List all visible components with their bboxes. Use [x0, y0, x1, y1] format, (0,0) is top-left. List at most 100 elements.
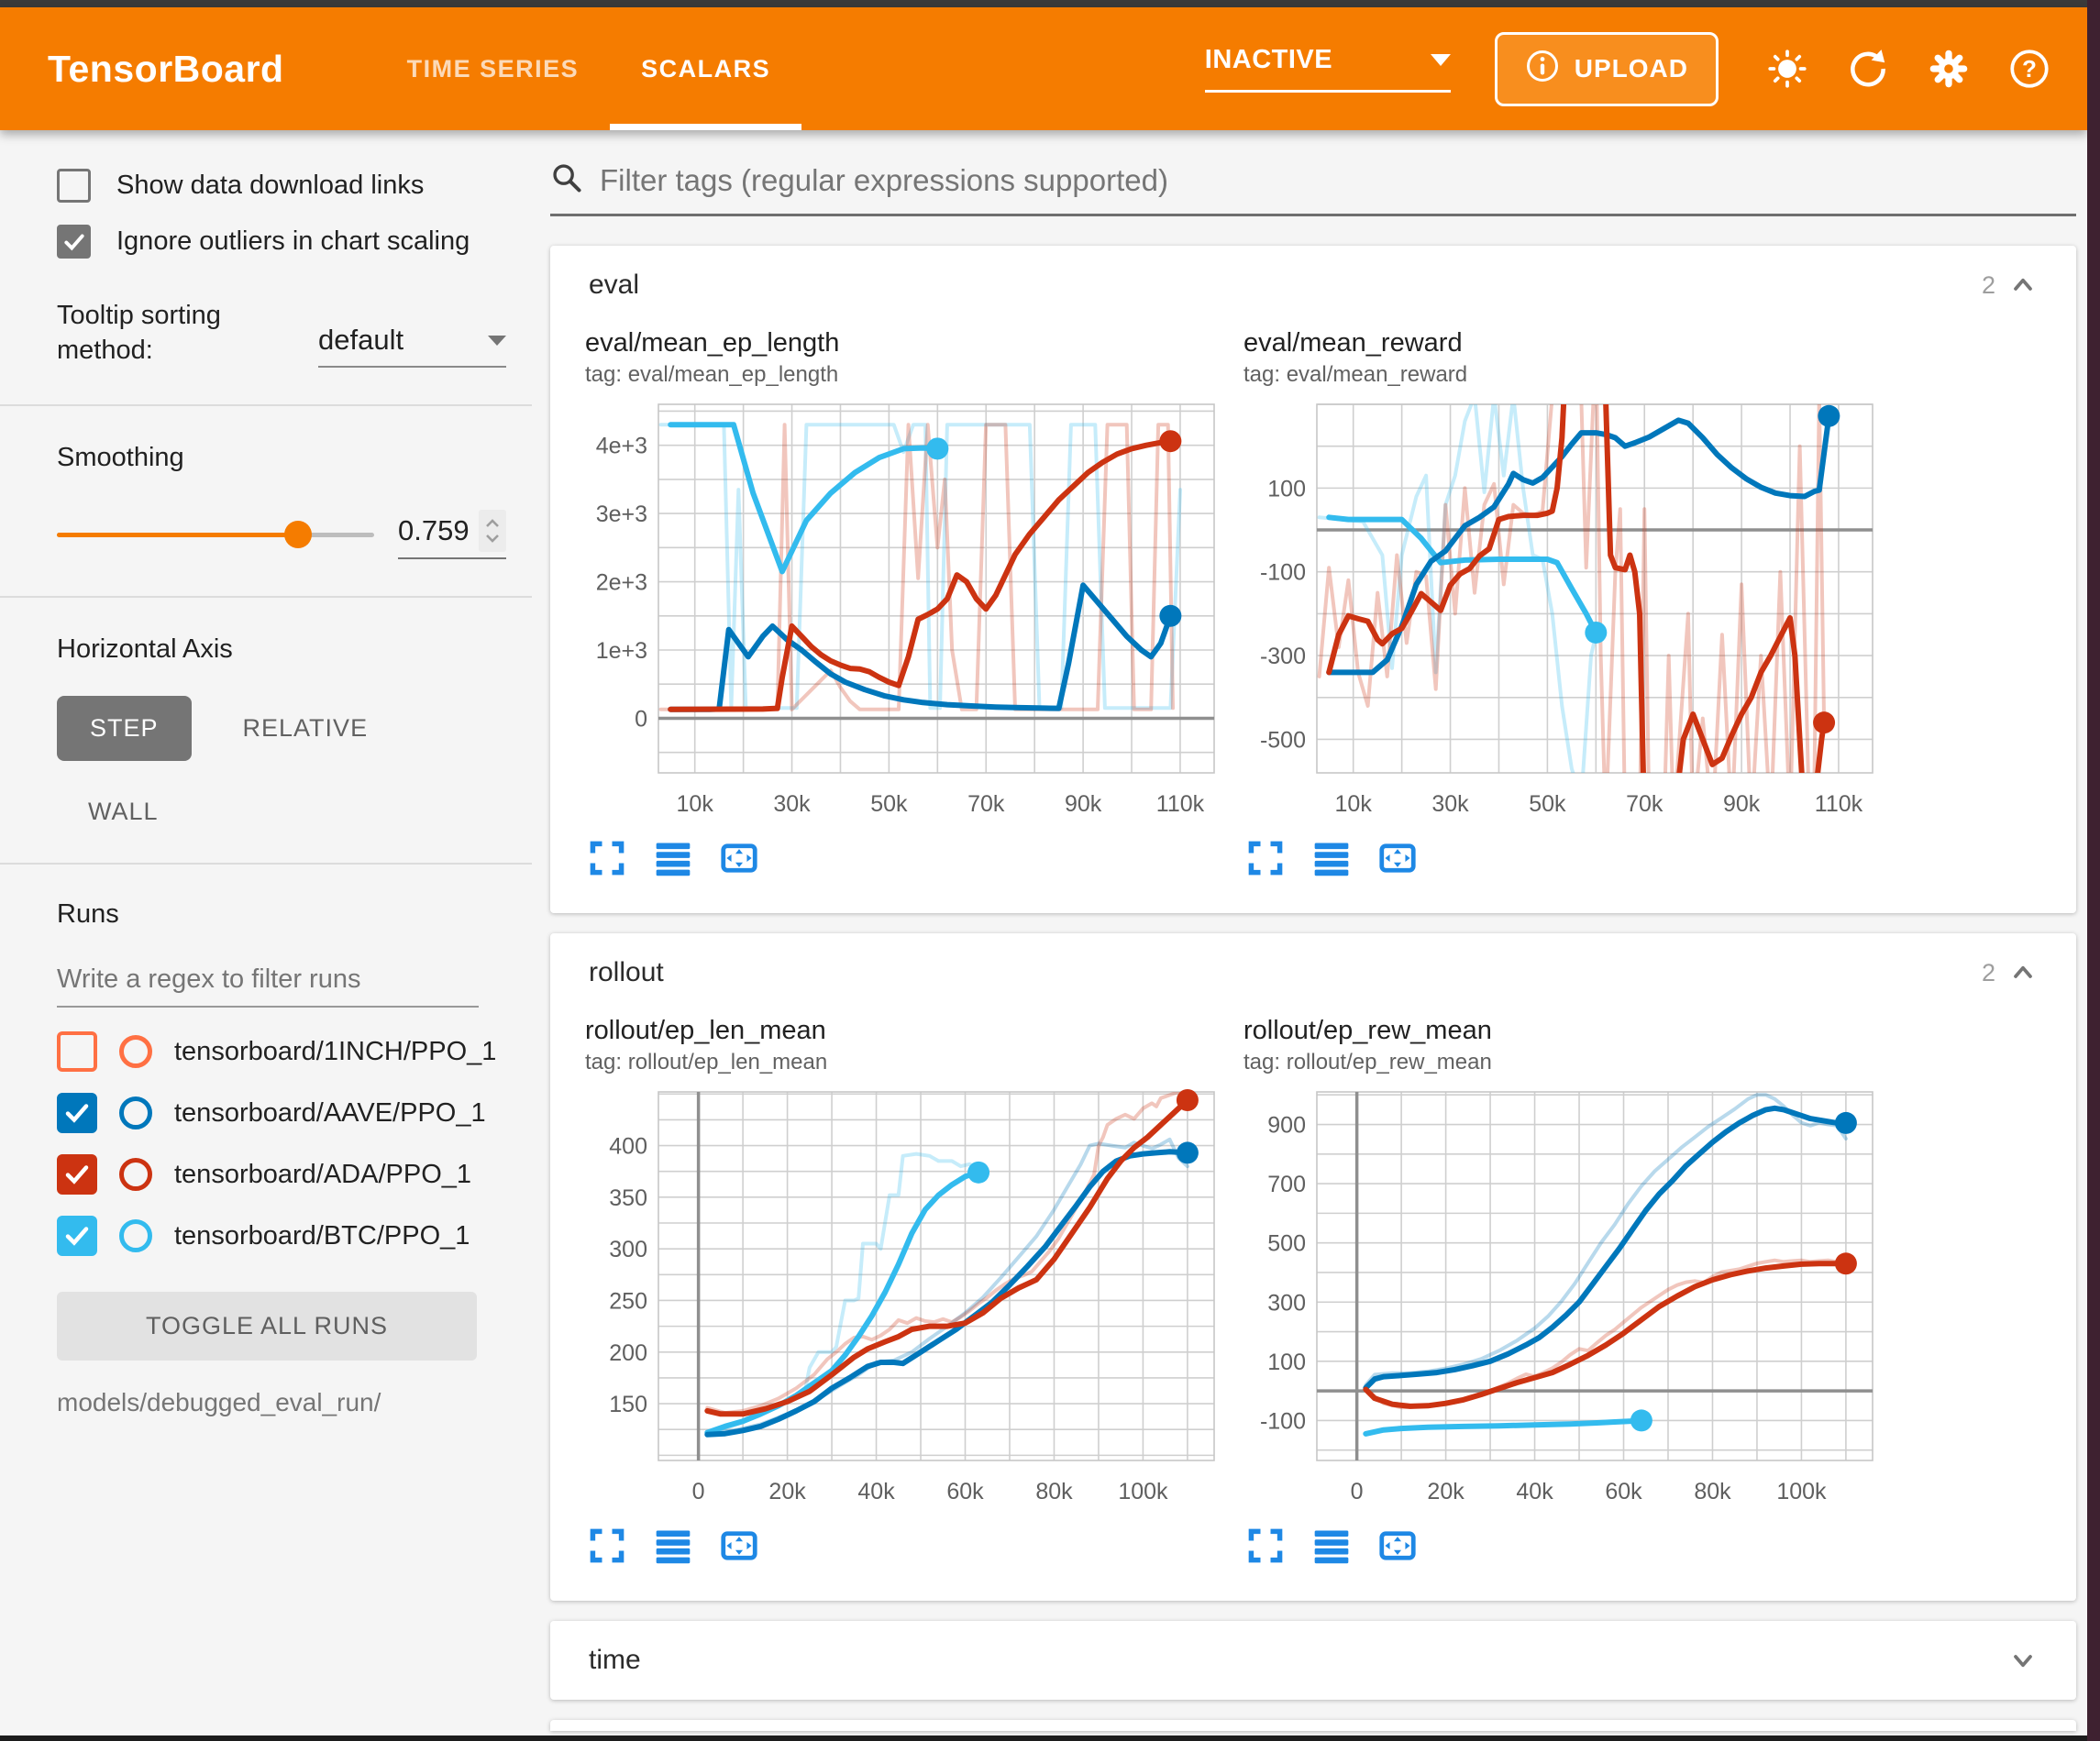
fit-domain-icon[interactable]	[719, 838, 759, 878]
fullscreen-icon[interactable]	[587, 838, 627, 878]
runs-directory-label: models/debugged_eval_run/	[57, 1388, 506, 1417]
chart-rollout-ep-rew-mean: rollout/ep_rew_mean tag: rollout/ep_rew_m…	[1243, 1016, 1885, 1582]
tab-scalars[interactable]: SCALARS	[610, 7, 801, 130]
refresh-icon[interactable]	[1845, 46, 1891, 92]
svg-text:60k: 60k	[946, 1479, 984, 1504]
svg-text:40k: 40k	[857, 1479, 895, 1504]
slider-knob[interactable]	[284, 521, 312, 548]
run-color-ring	[119, 1096, 152, 1129]
run-row-ada[interactable]: tensorboard/ADA/PPO_1	[57, 1154, 506, 1195]
svg-text:0: 0	[1351, 1479, 1364, 1504]
upload-button[interactable]: UPLOAD	[1495, 32, 1719, 106]
line-chart-plot[interactable]: 10k30k50k70k90k110k100-100-300-500	[1243, 397, 1885, 824]
svg-text:70k: 70k	[967, 791, 1005, 817]
fit-domain-icon[interactable]	[1377, 1526, 1418, 1566]
status-dropdown-value: INACTIVE	[1205, 45, 1332, 75]
fullscreen-icon[interactable]	[1245, 1526, 1286, 1566]
brightness-icon[interactable]	[1764, 46, 1810, 92]
divider	[0, 404, 532, 406]
chevron-up-icon[interactable]	[2008, 270, 2038, 300]
chart-tag: tag: rollout/ep_rew_mean	[1243, 1050, 1885, 1075]
toggle-all-runs-button[interactable]: TOGGLE ALL RUNS	[57, 1292, 477, 1361]
svg-text:70k: 70k	[1626, 791, 1663, 817]
divider	[0, 863, 532, 865]
svg-text:60k: 60k	[1605, 1479, 1642, 1504]
chart-title: rollout/ep_rew_mean	[1243, 1016, 1885, 1046]
svg-text:90k: 90k	[1065, 791, 1102, 817]
run-checkbox[interactable]	[57, 1031, 97, 1072]
run-row-btc[interactable]: tensorboard/BTC/PPO_1	[57, 1216, 506, 1256]
axis-relative-button[interactable]: RELATIVE	[243, 714, 369, 743]
run-row-aave[interactable]: tensorboard/AAVE/PPO_1	[57, 1093, 506, 1133]
svg-text:80k: 80k	[1694, 1479, 1731, 1504]
svg-text:300: 300	[609, 1237, 647, 1262]
svg-text:350: 350	[609, 1185, 647, 1211]
fit-domain-icon[interactable]	[1377, 838, 1418, 878]
svg-text:4e+3: 4e+3	[596, 434, 647, 459]
chevron-down-icon	[1431, 54, 1451, 66]
upload-button-label: UPLOAD	[1575, 54, 1688, 83]
fit-domain-icon[interactable]	[719, 1526, 759, 1566]
svg-text:110k: 110k	[1815, 791, 1863, 817]
svg-text:80k: 80k	[1035, 1479, 1073, 1504]
chevron-up-icon[interactable]	[2008, 958, 2038, 987]
filter-tags-input[interactable]	[600, 163, 2076, 198]
show-download-links-checkbox[interactable]: Show data download links	[57, 169, 506, 203]
axis-wall-button[interactable]: WALL	[88, 798, 159, 826]
svg-text:1e+3: 1e+3	[596, 638, 647, 664]
svg-text:900: 900	[1267, 1113, 1306, 1139]
svg-text:2e+3: 2e+3	[596, 570, 647, 596]
svg-text:10k: 10k	[677, 791, 714, 817]
svg-text:-100: -100	[1260, 1408, 1306, 1434]
run-checkbox[interactable]	[57, 1154, 97, 1195]
tooltip-sorting-select[interactable]: default	[318, 324, 506, 368]
section-header-time[interactable]: time	[550, 1621, 2076, 1700]
window-top-strip	[0, 0, 2100, 7]
data-table-icon[interactable]	[653, 1526, 693, 1566]
app-header: TensorBoard TIME SERIES SCALARS INACTIVE…	[0, 7, 2087, 130]
help-icon[interactable]: ?	[2006, 46, 2052, 92]
horizontal-axis-label: Horizontal Axis	[57, 634, 506, 665]
runs-filter-input[interactable]	[57, 955, 479, 1008]
run-checkbox[interactable]	[57, 1093, 97, 1133]
smoothing-label: Smoothing	[57, 443, 506, 473]
svg-text:-500: -500	[1260, 727, 1306, 753]
checkbox-unchecked	[57, 169, 91, 203]
window-bottom-strip	[0, 1735, 2087, 1741]
data-table-icon[interactable]	[1311, 1526, 1352, 1566]
value-stepper[interactable]	[479, 510, 506, 552]
search-icon	[550, 161, 583, 199]
chart-title: eval/mean_ep_length	[585, 328, 1227, 358]
tooltip-sorting-label: Tooltip sorting method:	[57, 299, 268, 368]
svg-text:10k: 10k	[1335, 791, 1373, 817]
smoothing-value-input[interactable]: 0.759	[398, 514, 475, 547]
settings-icon[interactable]	[1926, 46, 1972, 92]
smoothing-slider[interactable]	[57, 533, 374, 537]
line-chart-plot[interactable]: 020k40k60k80k100k150200250300350400	[585, 1085, 1227, 1512]
axis-step-button[interactable]: STEP	[57, 696, 192, 761]
line-chart-plot[interactable]: 020k40k60k80k100k-100100300500700900	[1243, 1085, 1885, 1512]
chart-action-toolbar	[1243, 1516, 1885, 1582]
chart-title: rollout/ep_len_mean	[585, 1016, 1227, 1046]
tab-time-series[interactable]: TIME SERIES	[376, 7, 611, 130]
slider-track-fill	[57, 533, 298, 537]
run-row-1inch[interactable]: tensorboard/1INCH/PPO_1	[57, 1031, 506, 1072]
chart-eval-mean-ep-length: eval/mean_ep_lengthtag: eval/mean_ep_len…	[585, 328, 1227, 895]
data-table-icon[interactable]	[653, 838, 693, 878]
section-card-rollout: rollout 2 rollout/ep_len_mean tag: rollou…	[550, 933, 2076, 1601]
section-header-rollout[interactable]: rollout 2	[550, 933, 2076, 1012]
data-table-icon[interactable]	[1311, 838, 1352, 878]
section-card-partial	[550, 1720, 2076, 1731]
svg-text:250: 250	[609, 1288, 647, 1314]
fullscreen-icon[interactable]	[1245, 838, 1286, 878]
fullscreen-icon[interactable]	[587, 1526, 627, 1566]
status-dropdown[interactable]: INACTIVE	[1205, 45, 1451, 93]
section-header-eval[interactable]: eval 2	[550, 246, 2076, 325]
svg-text:20k: 20k	[1427, 1479, 1464, 1504]
ignore-outliers-checkbox[interactable]: Ignore outliers in chart scaling	[57, 225, 506, 259]
line-chart-plot[interactable]: 10k30k50k70k90k110k01e+32e+33e+34e+3	[585, 397, 1227, 824]
chart-action-toolbar	[1243, 829, 1885, 895]
chevron-down-icon[interactable]	[2008, 1646, 2038, 1675]
svg-text:50k: 50k	[1529, 791, 1566, 817]
run-checkbox[interactable]	[57, 1216, 97, 1256]
